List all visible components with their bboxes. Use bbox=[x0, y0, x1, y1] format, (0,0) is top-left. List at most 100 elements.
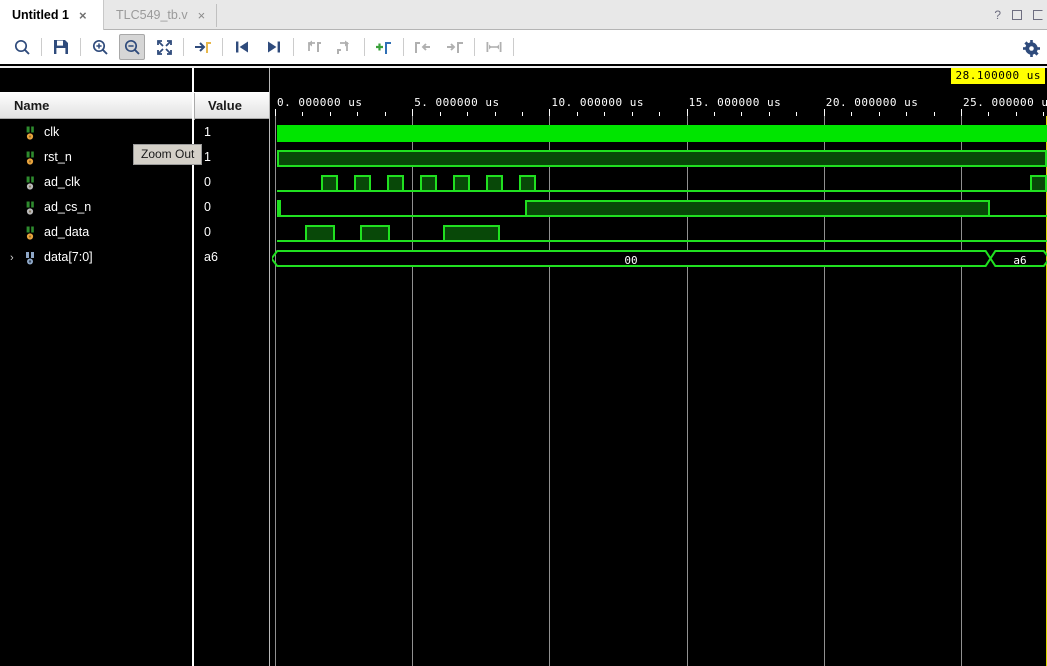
bus-value-label: 00 bbox=[624, 254, 638, 267]
ruler-major-tick bbox=[412, 109, 414, 116]
ruler-minor-tick bbox=[467, 112, 469, 116]
bus-left-cap bbox=[272, 249, 279, 271]
bus-right-cap bbox=[1042, 249, 1047, 271]
tab-tlc549-tb-v[interactable]: TLC549_tb.v × bbox=[104, 0, 216, 30]
ruler-minor-tick bbox=[521, 112, 523, 116]
trace-data[7:0]: 00 a6 bbox=[272, 246, 1047, 271]
waveform-edge bbox=[277, 150, 279, 167]
measure-icon[interactable] bbox=[481, 34, 507, 60]
ruler-major-tick bbox=[275, 109, 276, 116]
tab-bar: Untitled 1 × TLC549_tb.v × ? bbox=[0, 0, 1047, 30]
save-icon[interactable] bbox=[48, 34, 74, 60]
waveform-high-segment bbox=[519, 175, 536, 192]
signal-name-label: rst_n bbox=[44, 150, 72, 164]
window-controls: ? bbox=[994, 0, 1043, 30]
trace-ad_cs_n bbox=[272, 196, 1047, 221]
ruler-minor-tick bbox=[604, 112, 606, 116]
ruler-minor-tick bbox=[357, 112, 359, 116]
bus-value-label: a6 bbox=[1013, 254, 1027, 267]
search-icon[interactable] bbox=[9, 34, 35, 60]
ruler-major-tick bbox=[686, 109, 688, 116]
wave-canvas[interactable]: 0. 000000 us 5. 000000 us 10. 000000 us 15.… bbox=[272, 68, 1047, 666]
tab-untitled-1[interactable]: Untitled 1 × bbox=[0, 0, 104, 30]
ruler-minor-tick bbox=[329, 112, 331, 116]
next-marker-icon[interactable] bbox=[442, 34, 468, 60]
waveform-level-line bbox=[279, 215, 525, 217]
cursor-time-badge: 28.100000 us bbox=[950, 68, 1045, 84]
time-ruler[interactable]: 0. 000000 us 5. 000000 us 10. 000000 us 15.… bbox=[272, 68, 1047, 116]
signal-row[interactable]: ad_clk 0 bbox=[0, 171, 269, 196]
go-to-start-icon[interactable] bbox=[229, 34, 255, 60]
ruler-minor-tick bbox=[1015, 112, 1017, 116]
tab-close-icon[interactable]: × bbox=[79, 9, 87, 22]
chevron-right-icon[interactable]: › bbox=[10, 251, 22, 265]
ruler-minor-tick bbox=[851, 112, 853, 116]
restore-icon[interactable] bbox=[1033, 10, 1043, 20]
add-marker-icon[interactable] bbox=[371, 34, 397, 60]
go-to-time-icon[interactable] bbox=[190, 34, 216, 60]
waveform-high-segment bbox=[420, 175, 437, 192]
column-header-value: Value bbox=[208, 98, 242, 113]
ruler-label: 10. 000000 us bbox=[551, 96, 644, 109]
signal-name-label: ad_cs_n bbox=[44, 200, 92, 214]
ruler-label: 5. 000000 us bbox=[414, 96, 500, 109]
ruler-minor-tick bbox=[576, 112, 578, 116]
ruler-minor-tick bbox=[906, 112, 908, 116]
waveform-high-segment bbox=[525, 200, 990, 217]
signal-value-label: 0 bbox=[204, 200, 211, 214]
signal-row[interactable]: ad_data 0 bbox=[0, 221, 269, 246]
ruler-major-tick bbox=[961, 109, 962, 116]
maximize-icon[interactable] bbox=[1012, 10, 1022, 20]
waveform-high-segment bbox=[277, 150, 1047, 167]
next-transition-icon[interactable] bbox=[332, 34, 358, 60]
signal-name-label: ad_data bbox=[44, 225, 90, 239]
waveform-high-segment bbox=[321, 175, 338, 192]
tab-label: TLC549_tb.v bbox=[116, 8, 188, 22]
zoom-fit-icon[interactable] bbox=[151, 34, 177, 60]
previous-marker-icon[interactable] bbox=[410, 34, 436, 60]
trace-ad_data bbox=[272, 221, 1047, 246]
bus-segment: 00 bbox=[277, 250, 985, 267]
tooltip-zoom-out: Zoom Out bbox=[133, 144, 203, 165]
bus-signal-icon bbox=[25, 250, 39, 266]
wave-signal-icon bbox=[25, 150, 39, 166]
signal-row[interactable]: clk 1 bbox=[0, 121, 269, 146]
zoom-out-icon[interactable] bbox=[119, 34, 145, 60]
ruler-label: 0. 000000 us bbox=[277, 96, 363, 109]
waveform-stage: Name Value Zoom Out clk 1 rst_n 1 ad_clk 0 ad_… bbox=[0, 68, 1047, 666]
ruler-minor-tick bbox=[302, 112, 304, 116]
column-header-row: Name Value bbox=[0, 92, 269, 120]
trace-rst_n bbox=[272, 146, 1047, 171]
ruler-minor-tick bbox=[494, 112, 496, 116]
previous-transition-icon[interactable] bbox=[300, 34, 326, 60]
wave-signal-icon bbox=[25, 125, 39, 141]
waveform-high-segment bbox=[354, 175, 371, 192]
signal-name-label: ad_clk bbox=[44, 175, 81, 189]
help-icon[interactable]: ? bbox=[994, 9, 1001, 21]
signal-row[interactable]: ad_cs_n 0 bbox=[0, 196, 269, 221]
waveform-high-segment bbox=[387, 175, 404, 192]
signal-row[interactable]: › data[7:0] a6 bbox=[0, 246, 269, 271]
signal-value-label: a6 bbox=[204, 250, 218, 264]
wave-signal-icon bbox=[25, 175, 39, 191]
gear-icon[interactable] bbox=[1018, 35, 1044, 61]
ruler-minor-tick bbox=[878, 112, 880, 116]
signal-value-label: 0 bbox=[204, 175, 211, 189]
zoom-in-icon[interactable] bbox=[87, 34, 113, 60]
tab-label: Untitled 1 bbox=[12, 8, 69, 22]
waveform-high-segment bbox=[277, 125, 1047, 142]
bus-segment: a6 bbox=[996, 250, 1044, 267]
signal-value-label: 0 bbox=[204, 225, 211, 239]
waveform-high-segment bbox=[486, 175, 503, 192]
waveform-level-line bbox=[990, 215, 1047, 217]
go-to-end-icon[interactable] bbox=[261, 34, 287, 60]
bus-transition-icon bbox=[984, 249, 997, 271]
ruler-minor-tick bbox=[933, 112, 935, 116]
ruler-label: 15. 000000 us bbox=[688, 96, 782, 109]
ruler-minor-tick bbox=[741, 112, 743, 116]
waveform-high-segment bbox=[305, 225, 335, 242]
wave-signal-icon bbox=[25, 225, 39, 241]
ruler-minor-tick bbox=[384, 112, 386, 116]
trace-clk bbox=[272, 121, 1047, 146]
tab-close-icon[interactable]: × bbox=[198, 9, 206, 22]
